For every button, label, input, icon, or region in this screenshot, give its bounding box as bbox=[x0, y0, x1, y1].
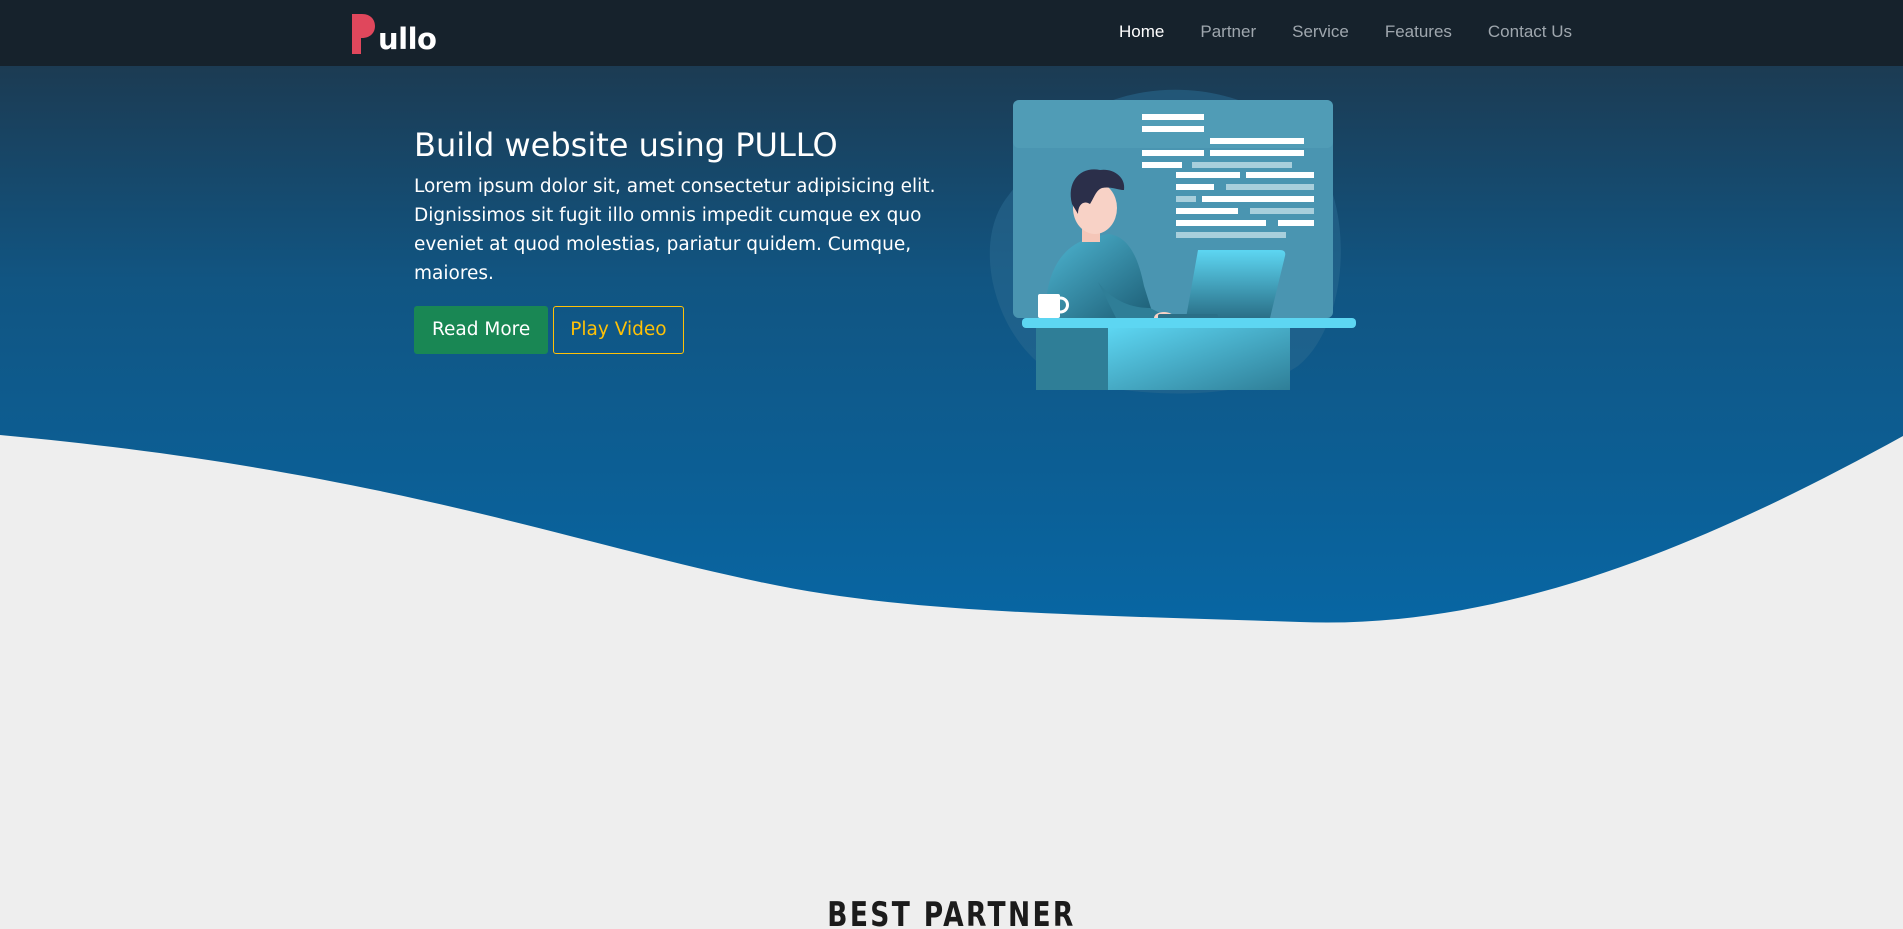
hero-title: Build website using PULLO bbox=[414, 126, 838, 164]
nav-link-partner[interactable]: Partner bbox=[1200, 20, 1256, 44]
hero-content: Build website using PULLO Lorem ipsum do… bbox=[414, 124, 954, 288]
landing-page: ullo Home Partner Service Features Conta… bbox=[0, 0, 1903, 929]
best-partner-title: BEST PARTNER bbox=[827, 895, 1076, 929]
hero-description: Lorem ipsum dolor sit, amet consectetur … bbox=[414, 176, 936, 284]
nav-link-home[interactable]: Home bbox=[1119, 20, 1164, 44]
logo[interactable]: ullo bbox=[352, 12, 437, 56]
nav-link-service[interactable]: Service bbox=[1292, 20, 1349, 44]
nav-menu: Home Partner Service Features Contact Us bbox=[1119, 20, 1572, 44]
read-more-button[interactable]: Read More bbox=[414, 306, 549, 354]
navbar: ullo Home Partner Service Features Conta… bbox=[0, 0, 1903, 66]
nav-link-contact-us[interactable]: Contact Us bbox=[1488, 20, 1572, 44]
hero-buttons: Read More Play Video bbox=[414, 306, 684, 354]
developer-at-laptop-illustration-icon bbox=[989, 89, 1356, 394]
nav-link-features[interactable]: Features bbox=[1385, 20, 1452, 44]
logo-text: ullo bbox=[378, 22, 437, 56]
pullo-logo-icon bbox=[352, 14, 375, 54]
play-video-button[interactable]: Play Video bbox=[553, 306, 684, 354]
